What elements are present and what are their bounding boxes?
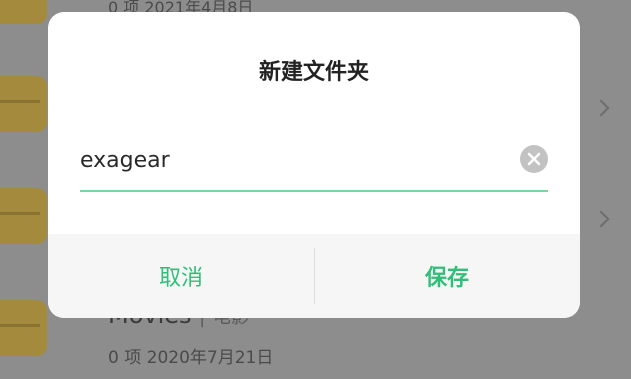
clear-icon[interactable] [520, 145, 548, 173]
folder-meta-text: 0 项 2020年7月21日 [108, 348, 274, 368]
new-folder-dialog: 新建文件夹 取消 保存 [48, 12, 580, 318]
folder-icon [0, 300, 47, 356]
folder-icon [0, 76, 47, 132]
cancel-button[interactable]: 取消 [48, 234, 314, 318]
folder-name-input[interactable] [80, 140, 500, 180]
chevron-right-icon [592, 210, 610, 228]
folder-icon [0, 188, 47, 244]
dialog-button-bar: 取消 保存 [48, 234, 580, 318]
save-button[interactable]: 保存 [314, 234, 580, 318]
folder-name-field [80, 140, 548, 192]
folder-icon [0, 0, 47, 24]
chevron-right-icon [592, 99, 610, 117]
dialog-title: 新建文件夹 [258, 60, 369, 85]
